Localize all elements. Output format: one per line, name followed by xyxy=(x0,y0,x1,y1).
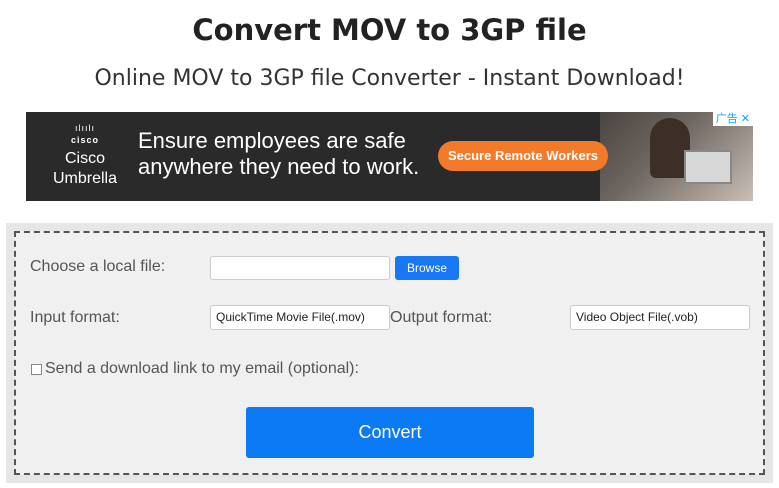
ad-brand-name-line2: Umbrella xyxy=(52,170,117,187)
ad-brand-name-line1: Cisco xyxy=(64,150,105,167)
advertisement-banner[interactable]: ılıılı cisco Cisco Umbrella Ensure emplo… xyxy=(26,112,753,201)
output-format-select[interactable]: Video Object File(.vob) xyxy=(570,305,750,330)
cisco-logo-icon: ılıılı xyxy=(74,123,95,133)
input-format-label: Input format: xyxy=(30,309,120,326)
local-file-input[interactable] xyxy=(210,256,390,280)
local-file-label: Choose a local file: xyxy=(30,258,166,275)
ad-headline-line1: Ensure employees are safe xyxy=(138,128,406,153)
cisco-logo-text: cisco xyxy=(70,135,99,145)
ad-cta-button[interactable]: Secure Remote Workers xyxy=(438,141,608,171)
ad-brand: ılıılı cisco Cisco Umbrella xyxy=(40,124,130,189)
ad-badge[interactable]: 广告 ✕ xyxy=(712,112,753,126)
ad-headline: Ensure employees are safe anywhere they … xyxy=(138,128,419,180)
ad-headline-line2: anywhere they need to work. xyxy=(138,154,420,179)
email-checkbox-label: Send a download link to my email (option… xyxy=(45,360,359,377)
laptop-icon xyxy=(684,150,732,184)
input-format-select[interactable]: QuickTime Movie File(.mov) xyxy=(210,305,390,330)
page-title: Convert MOV to 3GP file xyxy=(192,13,587,47)
convert-button[interactable]: Convert xyxy=(246,407,534,458)
browse-button[interactable]: Browse xyxy=(395,256,459,280)
output-format-label: Output format: xyxy=(390,309,493,326)
email-checkbox[interactable] xyxy=(31,364,42,375)
page-subtitle: Online MOV to 3GP file Converter - Insta… xyxy=(94,66,685,91)
